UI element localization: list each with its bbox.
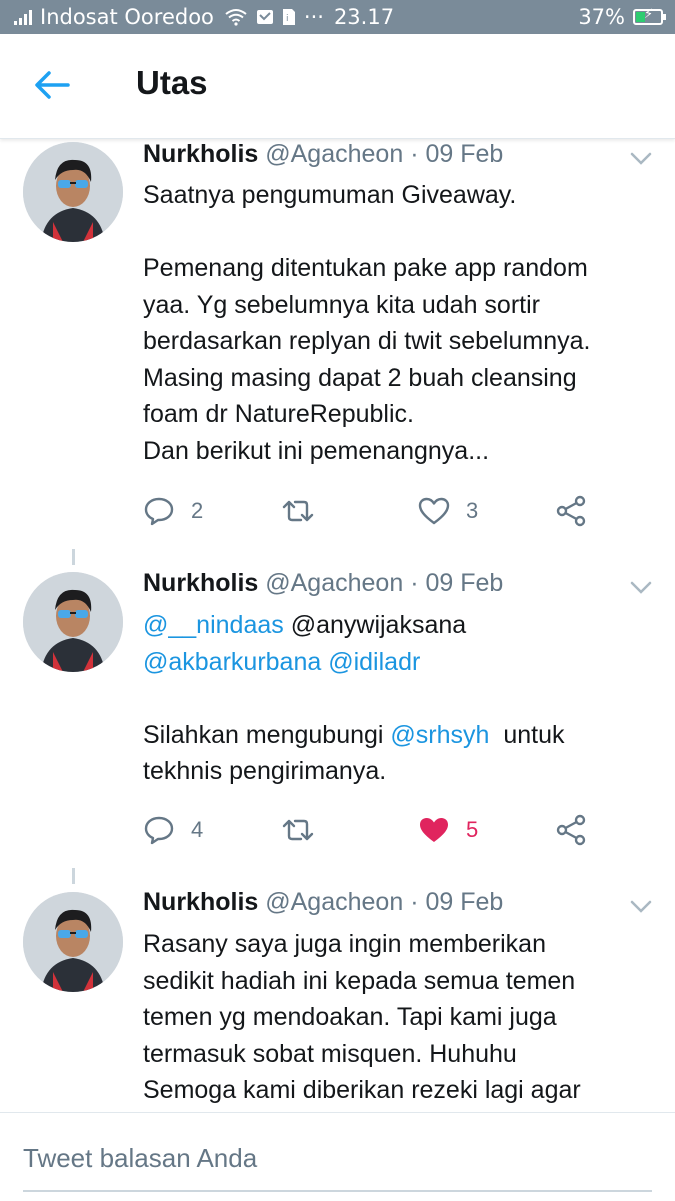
reply-icon [144,816,174,845]
wifi-icon [225,9,247,26]
status-bar: Indosat Ooredoo i ··· 23.17 37% ⚡ [0,0,675,34]
back-arrow-icon[interactable] [34,70,70,100]
tweet-line: Saatnya pengumuman Giveaway. [143,181,517,209]
like-button[interactable]: 3 [418,493,478,529]
tweet-text: @__nindaas @anywijaksana @akbarkurbana @… [143,607,663,790]
heart-icon [418,497,450,525]
tweet-line: Semoga kami diberikan rezeki lagi agar [143,1076,581,1104]
avatar-photo [23,572,123,672]
tweet-text-fragment: untuk [489,720,565,749]
author-name[interactable]: Nurkholis [143,888,258,916]
svg-text:i: i [286,14,289,24]
reply-button[interactable]: 4 [143,812,203,848]
carrier-name: Indosat Ooredoo [40,5,214,29]
meta-separator: · [410,888,419,916]
share-button[interactable] [555,493,587,529]
share-icon [556,495,586,527]
sim-icon: i [282,9,295,25]
tweet-date[interactable]: 09 Feb [425,140,503,168]
tweet-line: temen yg mendoakan. Tapi kami juga [143,1003,557,1031]
share-icon [556,814,586,846]
author-name[interactable]: Nurkholis [143,140,258,168]
like-count: 5 [466,817,479,842]
tweet-blank-line [143,680,663,717]
tweet-line: Silahkan mengubungi @srhsyh untuk [143,717,663,754]
share-button[interactable] [555,812,587,848]
mention-link[interactable]: @__nindaas [143,611,284,639]
mention-link[interactable]: @idiladr [328,648,420,676]
avatar[interactable] [23,142,123,242]
thread-connector [72,868,75,884]
tweet-actions: 2 3 [143,493,603,529]
author-name[interactable]: Nurkholis [143,569,258,597]
battery-percent: 37% [578,5,625,29]
page-title: Utas [136,64,208,101]
retweet-icon [282,500,314,522]
tweet-line: foam dr NatureRepublic. [143,400,414,428]
tweet-line: Rasany saya juga ingin memberikan [143,930,546,958]
heart-filled-icon [420,818,448,842]
reply-input-underline [23,1190,652,1192]
author-handle[interactable]: @Agacheon [265,140,403,168]
author-handle[interactable]: @Agacheon [265,888,403,916]
like-count: 3 [466,498,479,523]
tweet-line: sedikit hadiah ini kepada semua temen [143,966,576,995]
reply-count: 4 [191,817,204,842]
reply-input[interactable]: Tweet balasan Anda [23,1143,257,1174]
thread-connector [72,549,75,565]
mention-link[interactable]: @srhsyh [390,721,489,749]
mention-link[interactable]: @akbarkurbana [143,648,321,676]
message-icon [256,10,273,24]
tweet-line: Pemenang ditentukan pake app random [143,254,588,282]
app-header: Utas [0,34,675,139]
tweet-header: Nurkholis @Agacheon · 09 Feb [143,140,503,169]
signal-icon [14,9,34,25]
tweet-actions: 4 5 [143,812,603,848]
author-handle[interactable]: @Agacheon [265,569,403,597]
tweet-text-fragment: Silahkan mengubungi [143,720,391,749]
reply-icon [144,497,174,526]
tweet-line: yaa. Yg sebelumnya kita udah sortir [143,290,540,319]
like-button[interactable]: 5 [418,812,478,848]
reply-bar: Tweet balasan Anda [0,1112,675,1201]
chevron-down-icon[interactable] [630,581,652,595]
retweet-icon [282,819,314,841]
chevron-down-icon[interactable] [630,152,652,166]
more-notifications-indicator: ··· [303,5,324,29]
tweet-line: termasuk sobat misquen. Huhuhu [143,1039,517,1068]
reply-button[interactable]: 2 [143,493,203,529]
meta-separator: · [410,140,419,168]
avatar-photo [23,892,123,992]
tweet-line: @akbarkurbana @idiladr [143,644,663,681]
tweet-text: Saatnya pengumuman Giveaway. Pemenang di… [143,177,663,469]
tweet-header: Nurkholis @Agacheon · 09 Feb [143,888,503,917]
avatar[interactable] [23,572,123,672]
tweet-date[interactable]: 09 Feb [425,888,503,916]
tweet-line: @__nindaas @anywijaksana [143,607,663,644]
charging-icon: ⚡ [644,7,654,22]
tweet-date[interactable]: 09 Feb [425,569,503,597]
battery-icon: ⚡ [633,7,666,25]
tweet-text: Rasany saya juga ingin memberikan sediki… [143,926,663,1109]
meta-separator: · [410,569,419,597]
tweet-line: Masing masing dapat 2 buah cleansing [143,363,577,392]
plain-mention-text: @anywijaksana [283,611,467,639]
tweet-header: Nurkholis @Agacheon · 09 Feb [143,569,503,598]
retweet-button[interactable] [280,493,316,529]
tweet-line: tekhnis pengirimanya. [143,757,387,785]
tweet-line [143,214,663,251]
chevron-down-icon[interactable] [630,900,652,914]
tweet-line: berdasarkan replyan di twit sebelumnya. [143,327,591,355]
reply-count: 2 [191,498,204,523]
avatar[interactable] [23,892,123,992]
retweet-button[interactable] [280,812,316,848]
tweet-line: Dan berikut ini pemenangnya... [143,436,490,465]
avatar-photo [23,142,123,242]
clock: 23.17 [333,5,395,29]
